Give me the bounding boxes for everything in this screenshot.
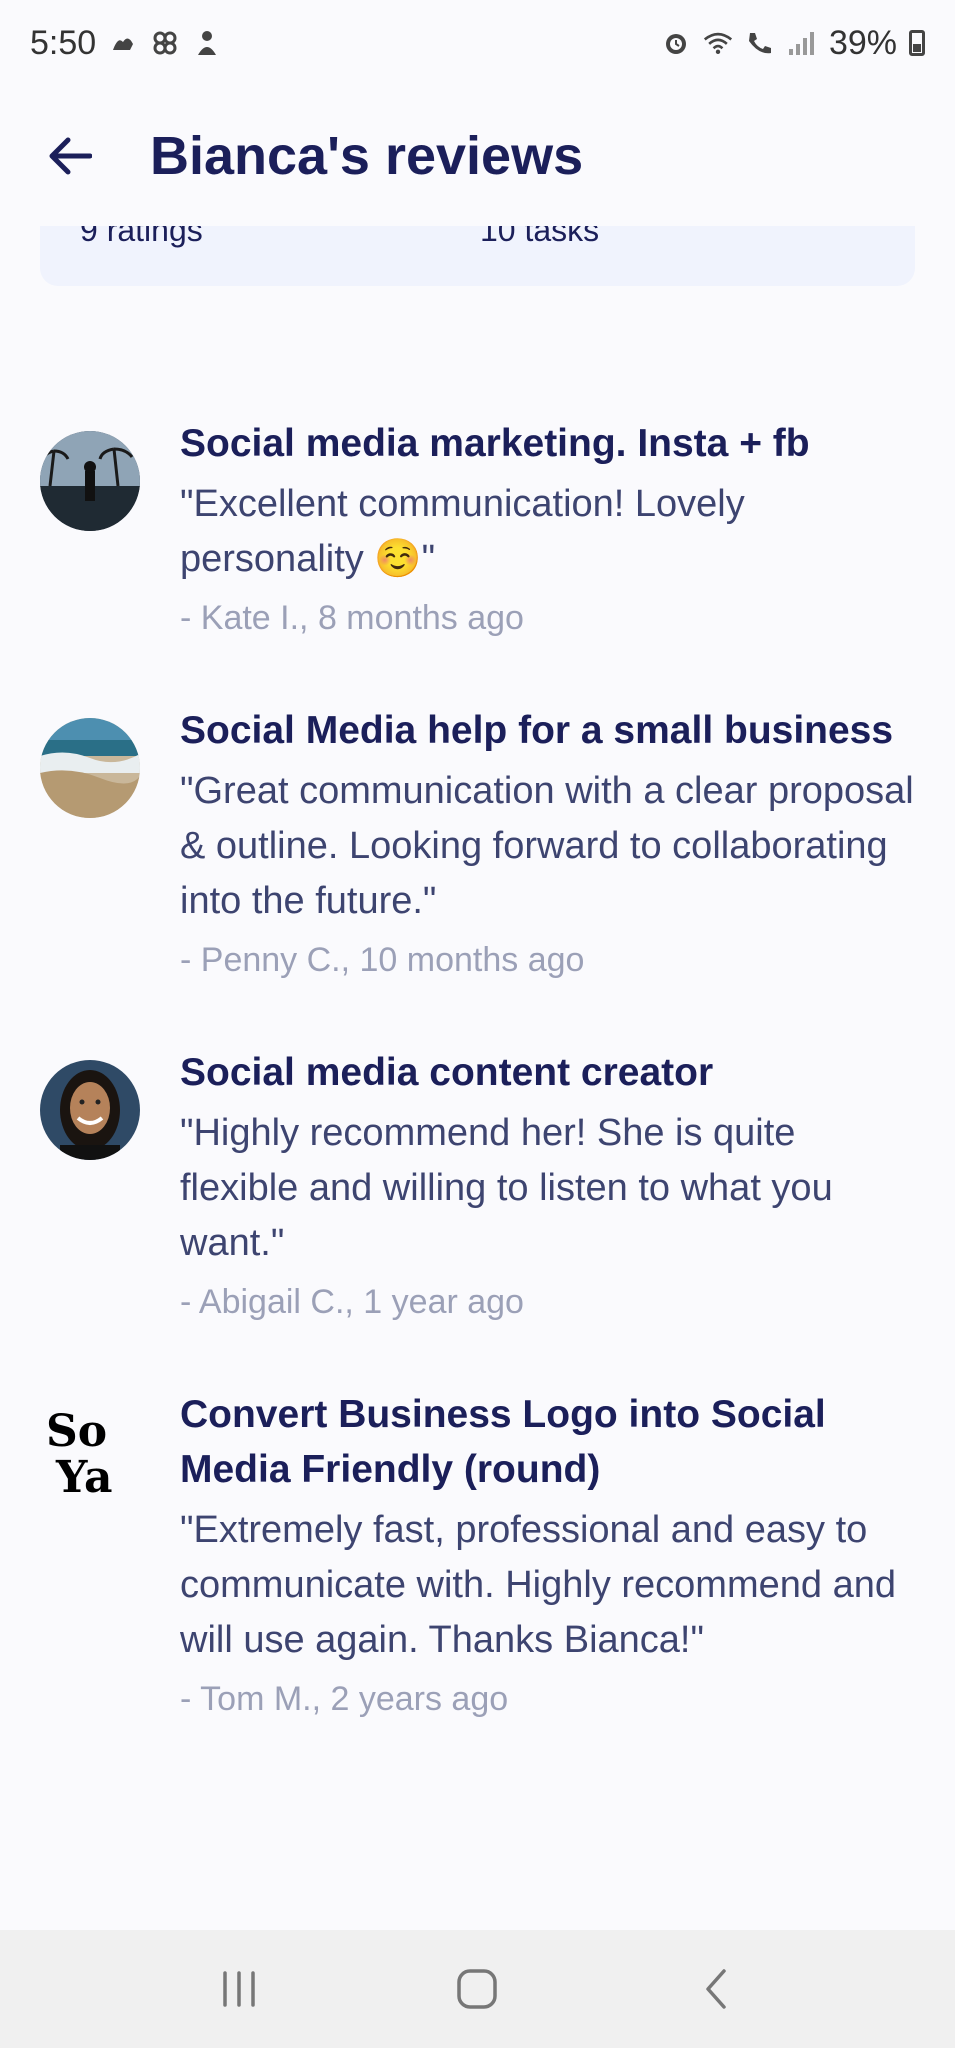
review-title: Social media marketing. Insta + fb — [180, 422, 810, 465]
wifi-icon — [703, 28, 733, 58]
home-icon — [457, 1969, 498, 2009]
home-button[interactable] — [437, 1949, 517, 2029]
avatar — [40, 718, 140, 818]
review-meta: - Abigail C., 1 year ago — [180, 1283, 524, 1321]
review-item[interactable]: So Ya Convert Business Logo into Social … — [0, 1387, 955, 1724]
ratings-count: 9 ratings — [80, 226, 203, 248]
tasks-count: 10 tasks — [480, 226, 600, 248]
summary-card: 9 ratings 10 tasks — [40, 226, 915, 286]
review-meta: - Kate I., 8 months ago — [180, 599, 524, 637]
review-quote: "Excellent communication! Lovely persona… — [180, 483, 745, 580]
arrow-left-icon — [49, 137, 92, 175]
review-title: Convert Business Logo into Social Media … — [180, 1393, 826, 1491]
reviews-list: Social media marketing. Insta + fb "Exce… — [0, 400, 955, 1724]
logo-avatar: So Ya — [40, 1402, 140, 1502]
chevron-left-icon — [706, 1969, 726, 2009]
call-icon — [745, 28, 775, 58]
review-item[interactable]: Social Media help for a small business "… — [0, 703, 955, 985]
review-item[interactable]: Social media content creator "Highly rec… — [0, 1045, 955, 1327]
review-quote: "Highly recommend her! She is quite flex… — [180, 1112, 833, 1264]
recents-button[interactable] — [199, 1949, 279, 2029]
nav-back-button[interactable] — [676, 1949, 756, 2029]
battery-percentage: 39% — [828, 23, 897, 62]
review-meta: - Tom M., 2 years ago — [180, 1680, 509, 1718]
notification-icon — [108, 28, 138, 58]
person-icon — [192, 28, 222, 58]
status-bar: 5:50 39% — [0, 0, 955, 86]
status-time: 5:50 — [30, 23, 97, 62]
app-header: Bianca's reviews — [0, 86, 955, 226]
recents-icon — [223, 1971, 255, 2007]
alarm-icon — [661, 28, 691, 58]
review-quote: "Extremely fast, professional and easy t… — [180, 1509, 896, 1661]
page-title: Bianca's reviews — [150, 126, 584, 186]
avatar — [40, 431, 140, 531]
review-meta: - Penny C., 10 months ago — [180, 941, 585, 979]
review-title: Social Media help for a small business — [180, 709, 894, 752]
status-left: 5:50 — [30, 24, 222, 63]
svg-text:Ya: Ya — [55, 1452, 113, 1502]
pinwheel-icon — [150, 28, 180, 58]
signal-icon — [787, 28, 817, 58]
review-item[interactable]: Social media marketing. Insta + fb "Exce… — [0, 416, 955, 643]
system-nav-bar — [0, 1930, 955, 2048]
svg-text:So: So — [46, 1406, 107, 1457]
status-right: 39% — [661, 24, 925, 63]
back-button[interactable] — [40, 126, 100, 186]
avatar — [40, 1060, 140, 1160]
battery-icon — [909, 30, 925, 56]
review-title: Social media content creator — [180, 1051, 714, 1094]
review-quote: "Great communication with a clear propos… — [180, 770, 914, 922]
